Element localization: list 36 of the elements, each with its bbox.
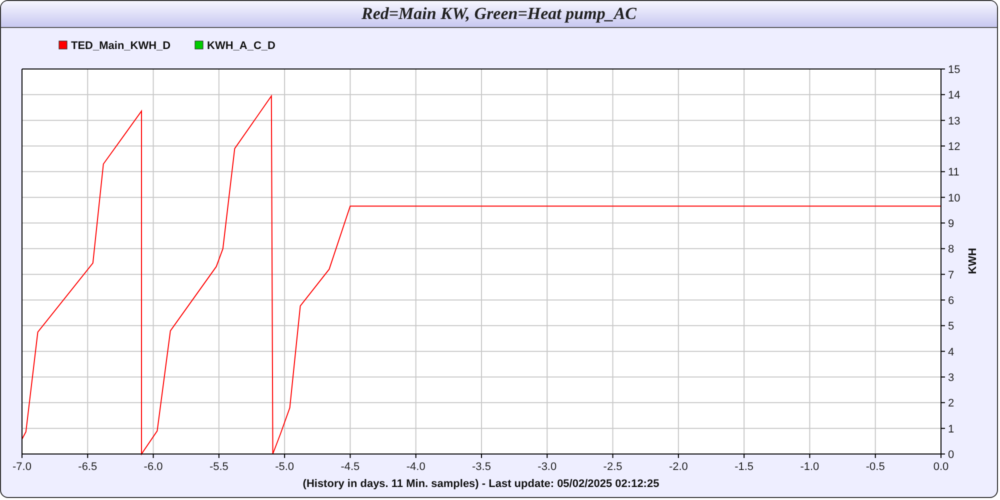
axis-tick-label: 5: [948, 320, 954, 333]
axis-tick-label: 14: [948, 90, 960, 102]
axis-tick-label: -4.0: [406, 461, 426, 473]
x-axis-title: (History in days. 11 Min. samples) - Last update: 05/02/2025 02:12:25: [302, 478, 660, 490]
axis-tick-label: -5.0: [275, 461, 294, 473]
axis-tick-label: 6: [948, 295, 954, 307]
legend-label: TED_Main_KWH_D: [71, 40, 171, 52]
axis-tick-label: -6.5: [78, 461, 98, 473]
axis-tick-label: 8: [948, 244, 954, 256]
axis-tick-label: 2: [948, 398, 954, 410]
axis-tick-label: 0: [948, 449, 954, 461]
axis-tick-label: -2.5: [603, 461, 622, 473]
legend-label: KWH_A_C_D: [207, 40, 276, 52]
axis-tick-label: 10: [948, 192, 960, 204]
axis-tick-label: -4.5: [340, 461, 360, 473]
axis-tick-label: 3: [948, 372, 954, 384]
chart-title: Red=Main KW, Green=Heat pump_AC: [1, 1, 997, 28]
axis-tick-label: 0.0: [933, 461, 949, 473]
axis-tick-label: -3.0: [538, 461, 557, 473]
axis-tick-label: -5.5: [209, 461, 228, 473]
axis-tick-label: -7.0: [12, 461, 32, 473]
axis-tick-label: 9: [948, 218, 954, 230]
axis-tick-label: 15: [948, 64, 960, 76]
axis-tick-label: 13: [948, 115, 960, 128]
axis-tick-label: -3.5: [472, 461, 491, 473]
axis-tick-label: 12: [948, 141, 960, 153]
axis-tick-label: 1: [948, 423, 954, 436]
axis-tick-label: -6.0: [144, 461, 163, 473]
y-axis-title: KWH: [967, 248, 979, 274]
axis-tick-label: -1.0: [800, 461, 820, 473]
axis-tick-label: 7: [948, 269, 954, 282]
axis-tick-label: -0.5: [866, 461, 885, 473]
axis-tick-label: 11: [948, 166, 960, 179]
axis-tick-label: -2.0: [668, 461, 688, 473]
axis-tick-label: 4: [948, 346, 954, 358]
axis-tick-label: -1.5: [734, 461, 754, 473]
